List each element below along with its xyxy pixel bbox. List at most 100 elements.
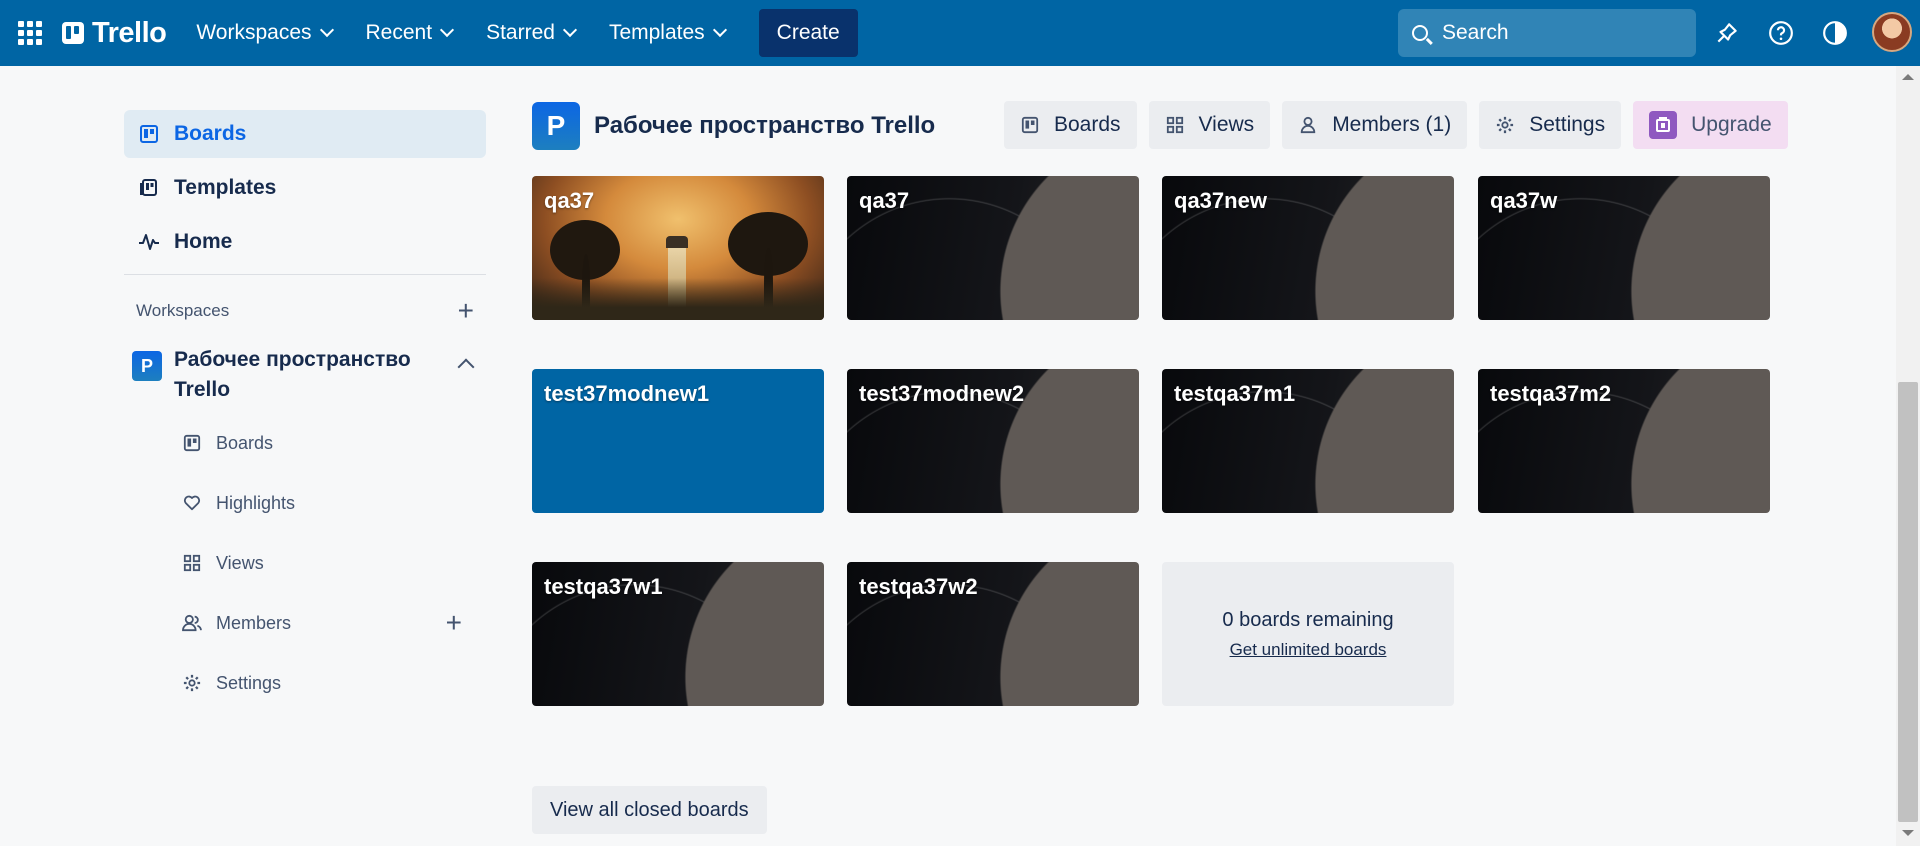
user-avatar[interactable] [1872,12,1912,52]
app-switcher-icon[interactable] [16,19,44,47]
view-closed-boards-button[interactable]: View all closed boards [532,786,767,834]
notifications-icon[interactable] [1710,16,1744,50]
chevron-down-icon [439,22,455,38]
workspaces-menu-button[interactable]: Workspaces [182,9,345,57]
scroll-down-arrow-icon[interactable] [1902,830,1914,836]
tab-views[interactable]: Views [1148,101,1271,149]
workspace-tabs: Boards Views Members (1) Settings Upgrad… [1004,101,1788,149]
board-tile[interactable]: testqa37m1 [1162,369,1454,513]
sidebar-item-label: Boards [174,122,247,145]
boards-remaining-text: 0 boards remaining [1222,608,1394,631]
workspace-item-label: Settings [216,672,282,693]
workspace-badge: P [132,351,162,381]
board-title: testqa37w2 [859,574,978,599]
board-tile[interactable]: qa37new [1162,176,1454,320]
board-tile[interactable]: qa37w [1478,176,1770,320]
starred-menu-button[interactable]: Starred [472,9,589,57]
help-icon[interactable] [1764,16,1798,50]
tab-members[interactable]: Members (1) [1282,101,1468,149]
sidebar-item-templates[interactable]: Templates [124,164,486,212]
sidebar-item-label: Templates [174,176,277,199]
board-title: qa37 [544,188,595,213]
upgrade-icon [1649,111,1678,139]
templates-menu-label: Templates [608,21,705,44]
workspace-item-views[interactable]: Views [124,533,486,593]
board-icon [1020,115,1040,135]
workspace-item-boards[interactable]: Boards [124,413,486,473]
starred-menu-label: Starred [486,21,555,44]
tab-boards[interactable]: Boards [1004,101,1137,149]
workspaces-menu-label: Workspaces [196,21,312,44]
trello-logo[interactable]: Trello [62,17,167,50]
workspace-name: Рабочее пространство Trello [174,348,411,401]
sidebar-item-label: Home [174,230,233,253]
board-title: test37modnew2 [859,381,1025,406]
trello-logo-icon [62,22,84,44]
search-input[interactable]: Search [1398,9,1696,57]
board-icon [138,123,160,145]
workspace-item-label: Views [216,552,264,573]
tab-settings[interactable]: Settings [1479,101,1622,149]
add-workspace-plus-icon[interactable]: + [458,297,474,325]
workspaces-heading: Workspaces [136,301,230,320]
get-unlimited-boards-link[interactable]: Get unlimited boards [1230,640,1387,660]
theme-toggle-icon[interactable] [1818,16,1852,50]
board-tile[interactable]: testqa37m2 [1478,369,1770,513]
person-icon [1298,115,1318,135]
top-navigation-bar: Trello Workspaces Recent Starred Templat… [0,0,1920,66]
recent-menu-label: Recent [365,21,433,44]
chevron-down-icon [319,22,334,38]
workspace-item-label: Boards [216,432,274,453]
workspace-toggle[interactable]: P Рабочее пространство Trello [124,331,486,405]
workspace-item-label: Highlights [216,492,296,513]
scroll-up-arrow-icon[interactable] [1902,74,1914,80]
boards-remaining-card: 0 boards remaining Get unlimited boards [1162,562,1454,706]
workspaces-heading-row: Workspaces + [124,291,486,331]
tab-label: Views [1198,113,1255,136]
gear-icon [182,673,202,693]
board-title: test37modnew1 [544,381,710,406]
chevron-up-icon[interactable] [457,358,475,376]
create-button[interactable]: Create [758,9,858,57]
board-tile[interactable]: qa37 [532,176,824,320]
recent-menu-button[interactable]: Recent [352,9,467,57]
activity-icon [138,231,160,253]
page-scrollbar-thumb[interactable] [1898,382,1918,822]
grid-icon [1165,115,1185,135]
workspace-item-highlights[interactable]: Highlights [124,473,486,533]
workspace-logo: P [532,102,580,150]
board-tile[interactable]: test37modnew2 [847,369,1139,513]
template-icon [138,177,160,199]
board-icon [182,433,202,453]
sidebar-divider [124,274,486,275]
chevron-down-icon [712,22,727,38]
members-icon [182,613,202,633]
board-tile[interactable]: qa37 [847,176,1139,320]
board-title: qa37 [859,188,910,213]
workspace-item-label: Members [216,612,292,633]
board-tile[interactable]: testqa37w1 [532,562,824,706]
templates-menu-button[interactable]: Templates [595,9,739,57]
workspace-item-members[interactable]: Members + [124,593,486,653]
board-title: testqa37m1 [1174,381,1296,406]
board-title: qa37new [1174,188,1267,213]
sidebar: Boards Templates Home Workspaces + P Раб… [124,110,486,713]
board-title: qa37w [1490,188,1558,213]
heart-icon [182,493,202,513]
sidebar-item-boards[interactable]: Boards [124,110,486,158]
tab-label: Boards [1054,113,1121,136]
board-title: testqa37w1 [544,574,663,599]
sidebar-item-home[interactable]: Home [124,218,486,266]
grid-icon [182,553,202,573]
workspace-item-settings[interactable]: Settings [124,653,486,713]
search-icon [1412,25,1428,41]
board-tile[interactable]: test37modnew1 [532,369,824,513]
tab-label: Upgrade [1691,113,1772,136]
tab-upgrade[interactable]: Upgrade [1633,101,1788,149]
gear-icon [1495,115,1515,135]
board-tile[interactable]: testqa37w2 [847,562,1139,706]
search-placeholder: Search [1442,21,1509,44]
workspace-header: P Рабочее пространство Trello [532,102,935,150]
board-title: testqa37m2 [1490,381,1612,406]
add-member-plus-icon[interactable]: + [446,609,462,637]
